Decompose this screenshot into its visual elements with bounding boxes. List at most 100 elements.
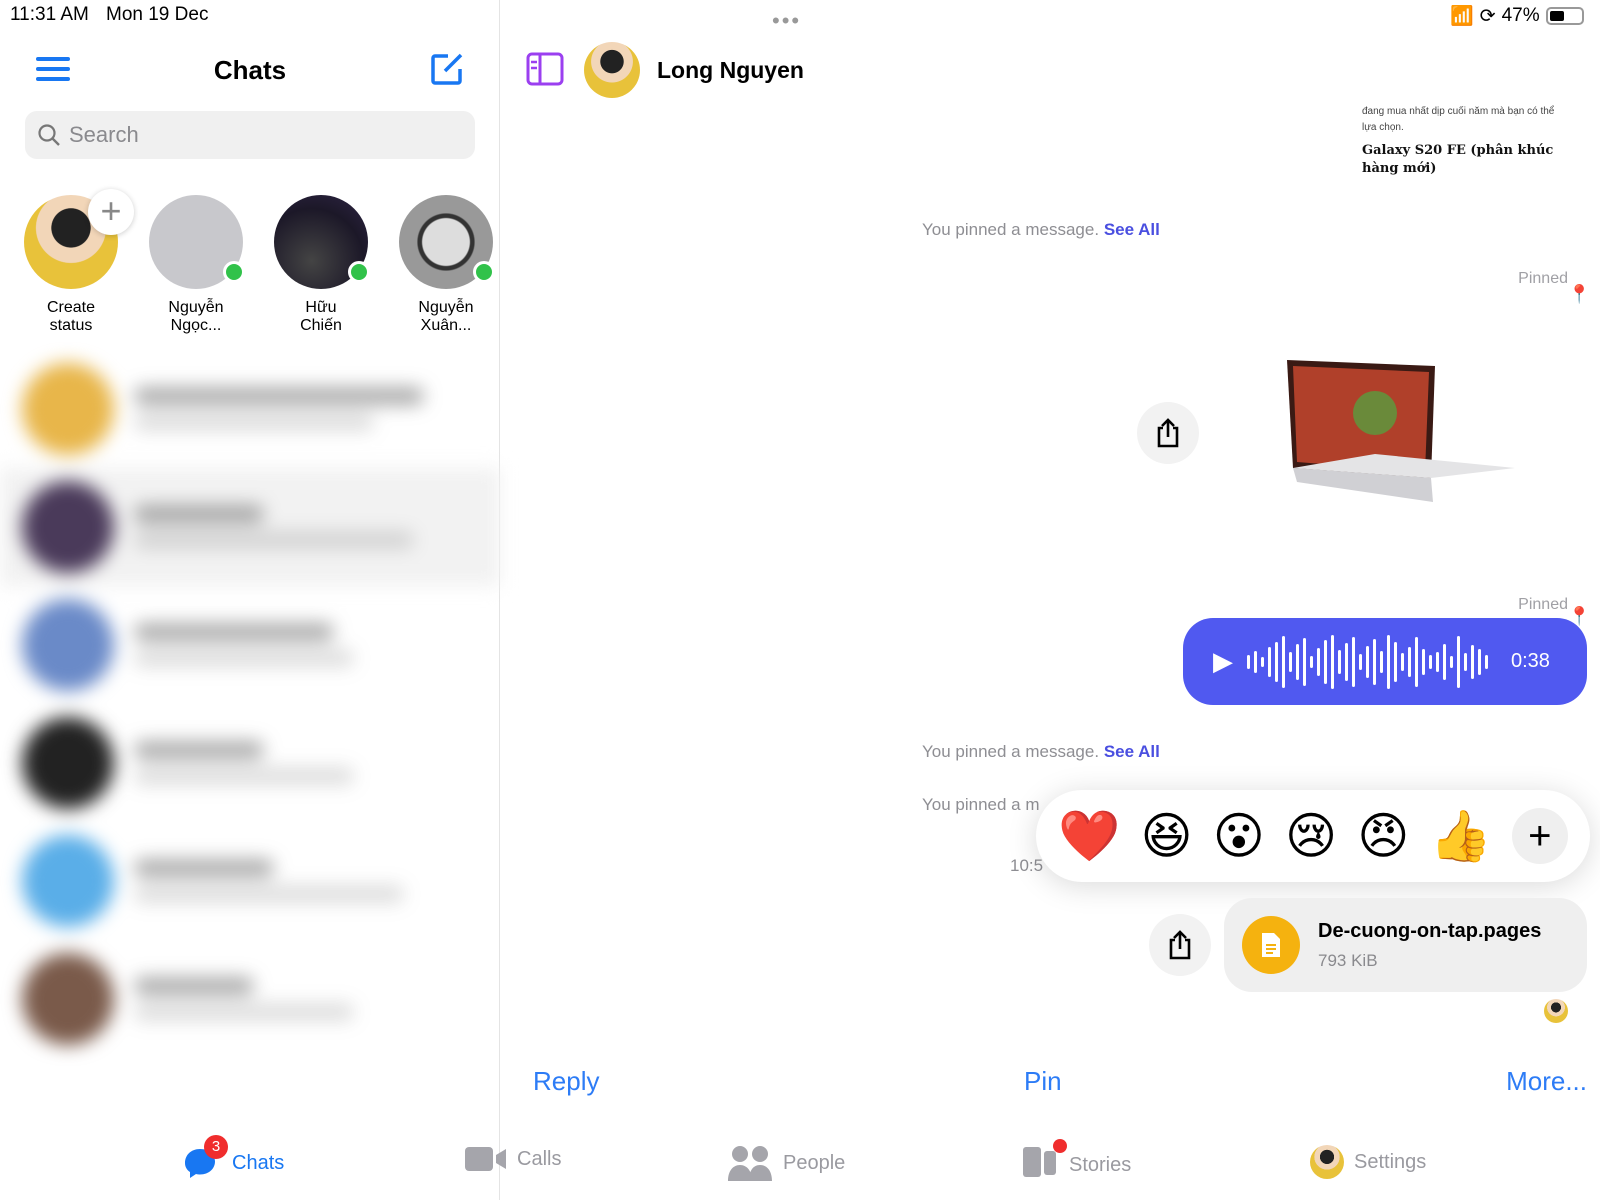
pin-icon: 📍: [1568, 284, 1591, 304]
waveform-bar: [1415, 636, 1418, 687]
compose-icon[interactable]: [430, 52, 464, 91]
share-button[interactable]: [1137, 402, 1199, 464]
battery-percent: 47%: [1501, 5, 1540, 26]
blurred-chat-list: [0, 350, 500, 1140]
multitasking-dots-icon[interactable]: •••: [772, 8, 801, 34]
more-button[interactable]: More...: [1506, 1066, 1587, 1097]
waveform-bar: [1303, 637, 1306, 686]
article-preview[interactable]: đang mua nhất dịp cuối năm mà bạn có thể…: [1362, 104, 1572, 178]
avatar: [274, 195, 370, 289]
waveform-bar: [1338, 649, 1341, 674]
tab-calls[interactable]: Calls: [465, 1145, 561, 1173]
wifi-icon: 📶: [1450, 6, 1474, 27]
waveform-bar: [1450, 655, 1453, 668]
story-label: Nguyễn: [168, 299, 224, 316]
waveform-bar: [1387, 634, 1390, 689]
story-label: Create: [46, 299, 96, 316]
system-message-partial: You pinned a m: [922, 795, 1040, 814]
file-size: 793 KiB: [1318, 950, 1378, 970]
tab-people[interactable]: People: [727, 1145, 845, 1181]
search-icon: [38, 124, 60, 146]
people-icon: [728, 1146, 772, 1181]
search-input[interactable]: Search: [25, 111, 475, 159]
tab-stories[interactable]: Stories: [1023, 1139, 1131, 1185]
waveform-bar: [1359, 653, 1362, 670]
see-all-link[interactable]: See All: [1104, 742, 1160, 761]
unread-badge: 3: [204, 1135, 228, 1159]
notification-dot: [1053, 1139, 1067, 1153]
reaction-laugh[interactable]: 😆: [1140, 807, 1192, 865]
story-item[interactable]: Nguyễn Ngọc...: [136, 195, 256, 335]
story-item[interactable]: Nguyễn Xuân...: [386, 195, 506, 335]
tab-settings[interactable]: Settings: [1310, 1145, 1426, 1179]
system-message: You pinned a message. See All: [922, 742, 1160, 761]
file-name: De-cuong-on-tap.pages: [1318, 919, 1542, 942]
waveform-bar: [1457, 635, 1460, 688]
waveform-bar: [1352, 636, 1355, 687]
story-create-status[interactable]: + Create status: [11, 189, 134, 335]
avatar: [149, 195, 245, 289]
contact-name[interactable]: Long Nguyen: [657, 57, 804, 84]
profile-avatar-icon: [1310, 1145, 1344, 1179]
chat-list-pane: Chats Search + Create status Nguyễn Ngọc…: [0, 0, 500, 1200]
waveform-bar: [1268, 646, 1271, 677]
waveform-bar: [1282, 635, 1285, 688]
play-icon[interactable]: ▶: [1213, 646, 1233, 677]
story-label: Chiến: [300, 317, 342, 334]
page-title: Chats: [213, 55, 287, 85]
waveform-bar: [1485, 654, 1488, 669]
waveform-bar: [1310, 655, 1313, 668]
tab-label: Calls: [517, 1147, 562, 1170]
waveform-bar: [1366, 645, 1369, 678]
sidebar-toggle-icon[interactable]: [526, 52, 564, 91]
waveform-bar: [1247, 654, 1250, 669]
waveform-bar: [1275, 641, 1278, 682]
pin-button[interactable]: Pin: [1024, 1066, 1062, 1097]
waveform-bar: [1471, 644, 1474, 679]
tab-label: Settings: [1354, 1150, 1427, 1173]
share-button[interactable]: [1149, 914, 1211, 976]
reply-button[interactable]: Reply: [533, 1066, 599, 1097]
waveform-bar: [1296, 643, 1299, 680]
story-label: Nguyễn: [418, 299, 474, 316]
reaction-bar: ❤️ 😆 😮 😢 😠 👍 +: [1036, 790, 1590, 882]
share-icon: [1157, 418, 1179, 448]
online-indicator: [223, 261, 245, 283]
laptop-image[interactable]: [1285, 358, 1517, 523]
waveform-bar: [1373, 638, 1376, 685]
system-message: You pinned a message. See All: [922, 220, 1160, 239]
waveform-bar: [1261, 656, 1264, 667]
article-heading: Galaxy S20 FE (phân khúc hàng mới): [1362, 143, 1554, 176]
online-indicator: [348, 261, 370, 283]
voice-duration: 0:38: [1511, 650, 1550, 672]
reaction-heart[interactable]: ❤️: [1058, 807, 1120, 866]
voice-message[interactable]: ▶ 0:38: [1183, 618, 1587, 705]
pinned-label: Pinned: [1518, 270, 1568, 287]
file-attachment[interactable]: De-cuong-on-tap.pages 793 KiB: [1224, 898, 1587, 992]
reaction-like[interactable]: 👍: [1429, 807, 1491, 866]
reaction-wow[interactable]: 😮: [1213, 807, 1265, 865]
article-snippet: lựa chọn.: [1362, 122, 1404, 133]
story-label: status: [49, 317, 93, 334]
tab-chats[interactable]: 3 Chats: [182, 1135, 284, 1181]
waveform-bar: [1429, 654, 1432, 669]
reaction-sad[interactable]: 😢: [1285, 807, 1337, 865]
story-label: Ngọc...: [170, 317, 222, 334]
contact-avatar[interactable]: [584, 42, 640, 98]
waveform-bar: [1408, 646, 1411, 677]
waveform-bar: [1478, 648, 1481, 675]
reaction-angry[interactable]: 😠: [1357, 807, 1409, 865]
video-camera-icon: [465, 1147, 506, 1171]
battery-icon: [1545, 7, 1584, 25]
waveform-bar: [1422, 648, 1425, 675]
waveform-bar: [1289, 651, 1292, 672]
waveform-bar: [1464, 652, 1467, 671]
waveform: [1247, 634, 1488, 689]
story-item[interactable]: Hữu Chiến: [261, 195, 381, 335]
see-all-link[interactable]: See All: [1104, 220, 1160, 239]
avatar: +: [24, 189, 134, 289]
chat-bubble-icon: 3: [182, 1135, 228, 1181]
more-reactions-button[interactable]: +: [1511, 808, 1568, 864]
share-icon: [1169, 930, 1191, 960]
waveform-bar: [1324, 639, 1327, 684]
